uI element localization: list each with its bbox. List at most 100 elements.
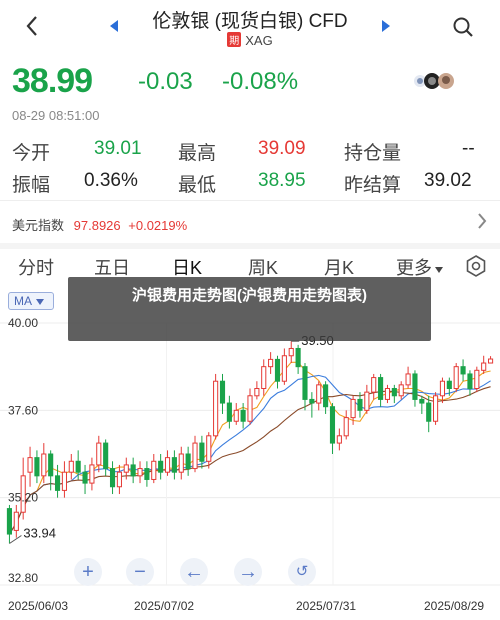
- zoom-in-button[interactable]: +: [74, 558, 102, 586]
- divider: [0, 243, 500, 249]
- next-instrument-button[interactable]: [382, 20, 390, 32]
- candle-body: [433, 395, 439, 422]
- settle-value: 39.02: [424, 170, 472, 191]
- last-price: 38.99: [12, 62, 93, 100]
- chevron-right-icon: [478, 213, 487, 229]
- candle-body: [199, 442, 205, 462]
- y-tick-label: 40.00: [8, 316, 38, 330]
- candle-body: [116, 471, 122, 488]
- amplitude-value: 0.36%: [84, 170, 138, 191]
- page-title: 伦敦银 (现货白银) CFD: [152, 11, 348, 32]
- candle-body: [109, 468, 116, 488]
- avatar-group-icon: [414, 73, 454, 89]
- quote-time: 08-29 08:51:00: [12, 108, 100, 123]
- candle-body: [460, 366, 466, 375]
- candle-body: [412, 373, 418, 400]
- candle-body: [446, 380, 452, 389]
- candle-body: [391, 388, 397, 397]
- usd-index-label: 美元指数: [12, 218, 65, 233]
- chart-settings-button[interactable]: [464, 254, 488, 278]
- candle-body: [378, 377, 384, 400]
- candle-body: [426, 402, 432, 422]
- usd-index-row[interactable]: 美元指数 97.8926 +0.0219%: [12, 215, 187, 234]
- candlestick-chart[interactable]: 40.0037.6035.2032.80 39.5033.94: [0, 300, 500, 590]
- caret-down-icon: [36, 299, 44, 305]
- candle-body: [329, 406, 336, 444]
- divider: [0, 200, 500, 201]
- reset-view-button[interactable]: ↺: [288, 558, 316, 586]
- candle-body: [96, 442, 102, 466]
- arrow-left-icon: ←: [184, 561, 204, 583]
- low-label: 最低: [178, 175, 217, 196]
- candle-body: [281, 355, 287, 382]
- usd-index-change: +0.0219%: [128, 218, 188, 233]
- candle-body: [34, 457, 40, 477]
- x-axis-label: 2025/07/31: [296, 599, 357, 613]
- y-axis-labels: 40.00 37.60 35.20 32.80: [8, 316, 38, 585]
- candle-body: [419, 398, 425, 404]
- ma-line: [8, 361, 491, 535]
- overlay-caption: 沪银费用走势图(沪银费用走势图表): [132, 287, 367, 304]
- candles: [6, 341, 494, 544]
- candle-body: [192, 442, 198, 470]
- candle-body: [27, 457, 33, 473]
- indicator-select[interactable]: MA: [8, 292, 54, 310]
- caret-down-icon: [435, 267, 443, 273]
- x-axis-label: 2025/08/29: [424, 599, 485, 613]
- candle-body: [219, 380, 226, 404]
- candle-body: [240, 409, 246, 422]
- y-tick-label: 37.60: [8, 403, 38, 417]
- candle-body: [130, 464, 136, 477]
- watchers-avatars[interactable]: [412, 72, 462, 90]
- y-tick-label: 32.80: [8, 571, 38, 585]
- arrow-right-icon: →: [238, 561, 258, 583]
- candle-body: [171, 457, 177, 473]
- candle-body: [89, 464, 95, 484]
- pan-left-button[interactable]: ←: [180, 558, 208, 586]
- candle-body: [474, 369, 480, 390]
- candle-body: [274, 358, 281, 382]
- candle-body: [357, 398, 363, 411]
- open-interest-label: 持仓量: [344, 143, 402, 164]
- candle-body: [151, 460, 157, 480]
- candle-body: [164, 457, 171, 473]
- usd-index-arrow[interactable]: [476, 212, 488, 235]
- candle-body: [268, 358, 274, 368]
- candle-body: [323, 384, 329, 408]
- candle-body: [6, 508, 12, 535]
- y-tick-label: 35.20: [8, 491, 38, 505]
- candle-body: [75, 460, 81, 473]
- settle-label: 昨结算: [344, 175, 402, 196]
- gear-icon: [466, 255, 486, 277]
- candle-body: [295, 347, 301, 368]
- low-value: 38.95: [258, 170, 306, 191]
- candle-body: [309, 398, 315, 404]
- open-value: 39.01: [94, 138, 142, 159]
- candle-body: [488, 358, 494, 364]
- candle-body: [481, 362, 487, 371]
- zoom-out-button[interactable]: −: [126, 558, 154, 586]
- candle-body: [178, 453, 184, 473]
- candle-body: [68, 460, 74, 473]
- instrument-subtitle: 期 XAG: [0, 32, 500, 48]
- chart-grid: [0, 322, 500, 586]
- usd-index-value: 97.8926: [73, 218, 121, 233]
- price-change: -0.03: [138, 68, 193, 95]
- candle-body: [13, 511, 19, 531]
- minus-icon: −: [134, 561, 146, 583]
- candle-body: [288, 347, 294, 357]
- tab-intraday[interactable]: 分时: [18, 254, 54, 280]
- x-axis-label: 2025/06/03: [8, 599, 69, 613]
- search-button[interactable]: [452, 16, 474, 38]
- candle-body: [213, 380, 219, 437]
- candle-body: [247, 395, 253, 422]
- candle-body: [302, 366, 308, 400]
- candle-body: [343, 417, 349, 437]
- candle-body: [137, 468, 143, 477]
- candle-body: [185, 453, 191, 470]
- pan-right-button[interactable]: →: [234, 558, 262, 586]
- candle-body: [82, 471, 88, 484]
- low-label: 33.94: [23, 526, 56, 541]
- candle-body: [226, 402, 232, 422]
- candle-body: [54, 475, 61, 491]
